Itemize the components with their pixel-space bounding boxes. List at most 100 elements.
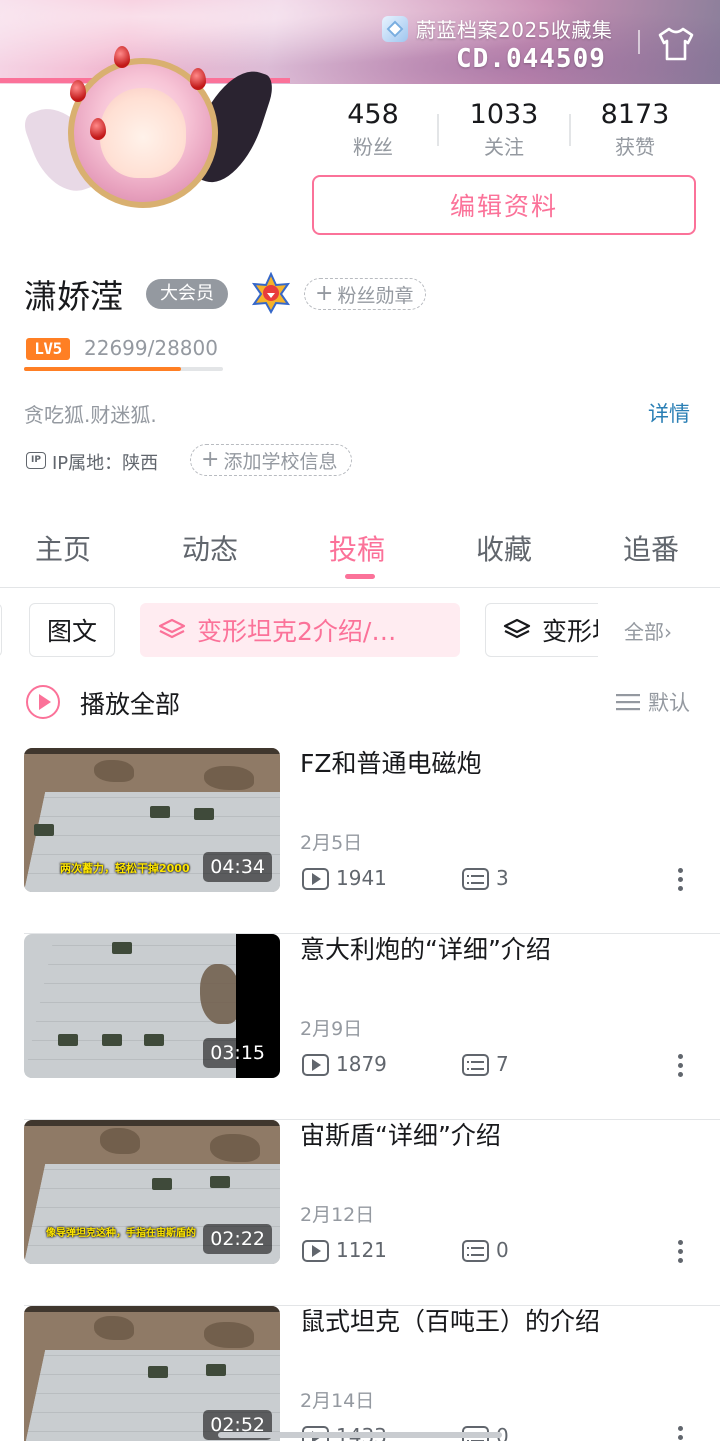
- danmaku-icon: [462, 1054, 489, 1076]
- thumbnail-tank: [34, 824, 54, 836]
- thumbnail-tank: [144, 1034, 164, 1046]
- thumbnail-rock: [204, 1322, 254, 1348]
- fan-medal-label: 粉丝勋章: [337, 284, 414, 307]
- video-title[interactable]: FZ和普通电磁炮: [300, 748, 482, 780]
- add-school-button[interactable]: + 添加学校信息: [190, 444, 353, 476]
- thumbnail-top-bar: [24, 1120, 280, 1126]
- tab-home[interactable]: 主页: [35, 528, 91, 568]
- filter-chip-hidden[interactable]: [0, 603, 2, 657]
- video-title[interactable]: 意大利炮的“详细”介绍: [300, 934, 551, 966]
- layers-icon: [503, 618, 531, 639]
- level-progress-fill: [24, 367, 181, 371]
- thumbnail-tank: [102, 1034, 122, 1046]
- more-options-icon[interactable]: [672, 1424, 688, 1441]
- video-danmaku-count: 0: [496, 1238, 509, 1262]
- stat-divider: [569, 114, 571, 146]
- thumbnail-rock: [100, 1128, 140, 1154]
- plus-icon: +: [315, 281, 334, 306]
- filter-chip-articles[interactable]: 图文: [29, 603, 115, 657]
- stat-value: 8173: [600, 99, 670, 130]
- video-item[interactable]: 两次蓄力，轻松干掉2000 04:34 FZ和普通电磁炮 2月5日 1941 3: [0, 748, 720, 934]
- play-count-icon: [302, 1240, 329, 1262]
- active-tab-indicator: [345, 574, 375, 579]
- collection-title[interactable]: 蔚蓝档案2025收藏集: [416, 14, 612, 43]
- stat-label: 粉丝: [353, 135, 393, 159]
- ip-location: IP属地：陕西: [52, 453, 159, 474]
- avatar-gem: [90, 118, 106, 140]
- level-badge: LV5: [26, 338, 70, 360]
- shirt-icon[interactable]: [656, 26, 696, 62]
- thumbnail-tank: [194, 808, 214, 820]
- edit-profile-button[interactable]: 编辑资料: [312, 175, 696, 235]
- video-thumbnail[interactable]: 两次蓄力，轻松干掉2000 04:34: [24, 748, 280, 892]
- banner-divider: [638, 30, 640, 54]
- video-thumbnail[interactable]: 03:15: [24, 934, 280, 1078]
- thumbnail-top-bar: [24, 1306, 280, 1312]
- play-count-icon: [302, 1054, 329, 1076]
- thumbnail-tank: [150, 806, 170, 818]
- avatar-gem: [190, 68, 206, 90]
- thumbnail-tank: [152, 1178, 172, 1190]
- video-date: 2月12日: [300, 1204, 375, 1226]
- avatar-gem: [70, 80, 86, 102]
- video-item[interactable]: 像导弹坦克这种，手指在宙斯盾的 02:22 宙斯盾“详细”介绍 2月12日 11…: [0, 1120, 720, 1306]
- video-date: 2月5日: [300, 832, 363, 854]
- tab-bangumi[interactable]: 追番: [623, 528, 679, 568]
- video-thumbnail[interactable]: 像导弹坦克这种，手指在宙斯盾的 02:22: [24, 1120, 280, 1264]
- home-indicator[interactable]: [218, 1432, 502, 1438]
- thumbnail-rock: [94, 760, 134, 782]
- avatar[interactable]: [20, 18, 278, 228]
- diamond-icon: [382, 16, 408, 42]
- video-thumbnail[interactable]: 02:52: [24, 1306, 280, 1441]
- vip-badge[interactable]: 大会员: [146, 279, 228, 309]
- username: 潇娇滢: [24, 277, 123, 316]
- thumbnail-tank: [210, 1176, 230, 1188]
- layers-icon: [158, 618, 186, 639]
- all-collections-link[interactable]: 全部›: [624, 616, 672, 645]
- fan-medal-button[interactable]: + 粉丝勋章: [304, 278, 427, 310]
- stat-value: 458: [347, 99, 399, 130]
- video-title[interactable]: 鼠式坦克（百吨王）的介绍: [300, 1306, 600, 1338]
- thumbnail-subtitle: 像导弹坦克这种，手指在宙斯盾的: [46, 1228, 196, 1239]
- tab-uploads[interactable]: 投稿: [329, 528, 385, 568]
- stat-fans[interactable]: 458 粉丝: [313, 98, 433, 162]
- video-danmaku-count: 3: [496, 866, 509, 890]
- video-item[interactable]: 03:15 意大利炮的“详细”介绍 2月9日 1879 7: [0, 934, 720, 1120]
- thumbnail-rock: [94, 1316, 134, 1340]
- play-all-button[interactable]: 播放全部: [80, 685, 180, 721]
- sort-icon[interactable]: [616, 692, 640, 712]
- more-options-icon[interactable]: [672, 1238, 688, 1266]
- level-progress-text: 22699/28800: [84, 336, 218, 360]
- sort-label[interactable]: 默认: [648, 687, 690, 717]
- tab-favorites[interactable]: 收藏: [476, 528, 532, 568]
- filter-chip-label: 图文: [46, 617, 97, 646]
- video-duration: 02:22: [203, 1224, 272, 1254]
- filter-chip-label: 变形坦克2介绍/…: [197, 617, 397, 646]
- video-date: 2月9日: [300, 1018, 363, 1040]
- video-title[interactable]: 宙斯盾“详细”介绍: [300, 1120, 501, 1152]
- thumbnail-tank: [148, 1366, 168, 1378]
- danmaku-icon: [462, 868, 489, 890]
- medal-icon[interactable]: [250, 272, 292, 314]
- more-options-icon[interactable]: [672, 1052, 688, 1080]
- play-count-icon: [302, 868, 329, 890]
- tab-dynamics[interactable]: 动态: [182, 528, 238, 568]
- video-item[interactable]: 02:52 鼠式坦克（百吨王）的介绍 2月14日 1433 0: [0, 1306, 720, 1441]
- stat-likes[interactable]: 8173 获赞: [575, 98, 695, 162]
- ip-icon: IP: [26, 452, 46, 469]
- filter-chip-collection[interactable]: 变形坦克2介绍/…: [140, 603, 460, 657]
- video-duration: 03:15: [203, 1038, 272, 1068]
- level-progress-bar: [24, 367, 223, 371]
- thumbnail-tank: [58, 1034, 78, 1046]
- video-views: 1879: [336, 1052, 387, 1076]
- stat-following[interactable]: 1033 关注: [444, 98, 564, 162]
- detail-link[interactable]: 详情: [648, 398, 690, 428]
- stat-divider: [437, 114, 439, 146]
- play-all-icon[interactable]: [26, 685, 60, 719]
- thumbnail-tank: [112, 942, 132, 954]
- bio-text: 贪吃狐.财迷狐.: [24, 403, 157, 427]
- add-school-label: 添加学校信息: [223, 450, 338, 473]
- stat-value: 1033: [469, 99, 539, 130]
- stat-label: 关注: [484, 135, 524, 159]
- more-options-icon[interactable]: [672, 866, 688, 894]
